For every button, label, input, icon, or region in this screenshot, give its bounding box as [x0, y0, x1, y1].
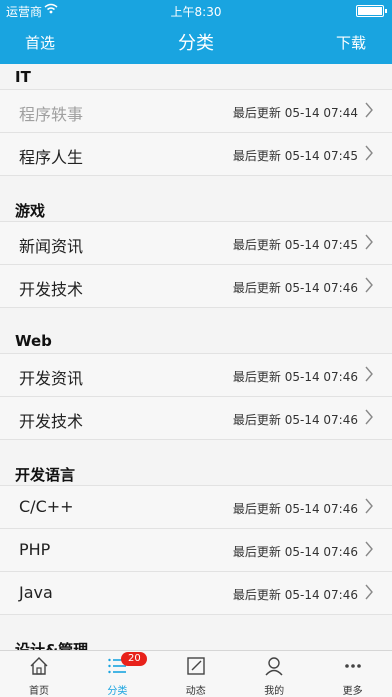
tab-label: 我的: [264, 686, 285, 697]
item-updated: 最后更新 05-14 07:46: [232, 370, 358, 384]
item-updated: 最后更新 05-14 07:46: [232, 413, 358, 427]
chevron-right-icon: [364, 498, 374, 514]
tab-3[interactable]: 我的: [235, 651, 313, 697]
item-updated: 最后更新 05-14 07:45: [232, 149, 358, 163]
chevron-right-icon: [364, 277, 374, 293]
item-updated: 最后更新 05-14 07:46: [232, 502, 358, 516]
page-title: 分类: [178, 33, 214, 54]
item-name: 开发资讯: [19, 369, 84, 388]
tab-bar: 首页 分类 20 动态 我的 更多: [0, 650, 392, 697]
chevron-right-icon: [364, 145, 374, 161]
section-title: 开发语言: [0, 460, 392, 486]
item-name: 开发技术: [19, 280, 84, 299]
tab-4[interactable]: 更多: [314, 651, 392, 697]
notification-badge: 20: [121, 652, 148, 666]
list-item[interactable]: Java 最后更新 05-14 07:46: [0, 572, 392, 615]
tab-label: 动态: [185, 686, 206, 697]
section-title: 游戏: [0, 196, 392, 222]
download-button[interactable]: 下载: [336, 32, 366, 53]
item-name: 程序人生: [19, 148, 84, 167]
section-title: IT: [0, 64, 392, 90]
tab-label: 更多: [342, 686, 363, 697]
chevron-right-icon: [364, 366, 374, 382]
item-name: Java: [19, 583, 53, 602]
battery-icon: [356, 5, 387, 17]
list-item[interactable]: 程序轶事 最后更新 05-14 07:44: [0, 90, 392, 133]
tab-2[interactable]: 动态: [157, 651, 235, 697]
item-updated: 最后更新 05-14 07:45: [232, 238, 358, 252]
section-title: Web: [0, 328, 392, 354]
status-time: 上午8:30: [170, 5, 222, 19]
chevron-right-icon: [364, 102, 374, 118]
item-name: 程序轶事: [19, 105, 84, 124]
list-item[interactable]: PHP 最后更新 05-14 07:46: [0, 529, 392, 572]
tab-1[interactable]: 分类 20: [78, 651, 156, 697]
tab-label: 分类: [107, 686, 128, 697]
section-title: 设计&管理: [0, 635, 392, 650]
list-item[interactable]: 新闻资讯 最后更新 05-14 07:45: [0, 222, 392, 265]
tab-label: 首页: [29, 686, 49, 697]
item-updated: 最后更新 05-14 07:44: [232, 106, 358, 120]
item-updated: 最后更新 05-14 07:46: [232, 281, 358, 295]
item-name: PHP: [19, 540, 51, 559]
item-updated: 最后更新 05-14 07:46: [232, 588, 358, 602]
nav-bar: 首选 分类 下载: [0, 20, 392, 64]
list-item[interactable]: 开发技术 最后更新 05-14 07:46: [0, 397, 392, 440]
chevron-right-icon: [364, 541, 374, 557]
chevron-right-icon: [364, 409, 374, 425]
chevron-right-icon: [364, 234, 374, 250]
item-updated: 最后更新 05-14 07:46: [232, 545, 358, 559]
top-bar: 运营商 上午8:30 首选 分类 下载: [0, 0, 392, 64]
chevron-right-icon: [364, 584, 374, 600]
list-item[interactable]: C/C++ 最后更新 05-14 07:46: [0, 486, 392, 529]
list-item[interactable]: 开发资讯 最后更新 05-14 07:46: [0, 354, 392, 397]
item-name: 开发技术: [19, 412, 84, 431]
item-name: 新闻资讯: [19, 237, 84, 256]
list-item[interactable]: 开发技术 最后更新 05-14 07:46: [0, 265, 392, 308]
category-list[interactable]: IT 程序轶事 最后更新 05-14 07:44 程序人生 最后更新 05-14 07:…: [0, 64, 392, 650]
list-item[interactable]: 程序人生 最后更新 05-14 07:45: [0, 133, 392, 176]
tab-0[interactable]: 首页: [0, 651, 78, 697]
status-bar: 运营商 上午8:30: [0, 0, 392, 20]
item-name: C/C++: [19, 497, 74, 516]
battery-level: [358, 7, 382, 15]
